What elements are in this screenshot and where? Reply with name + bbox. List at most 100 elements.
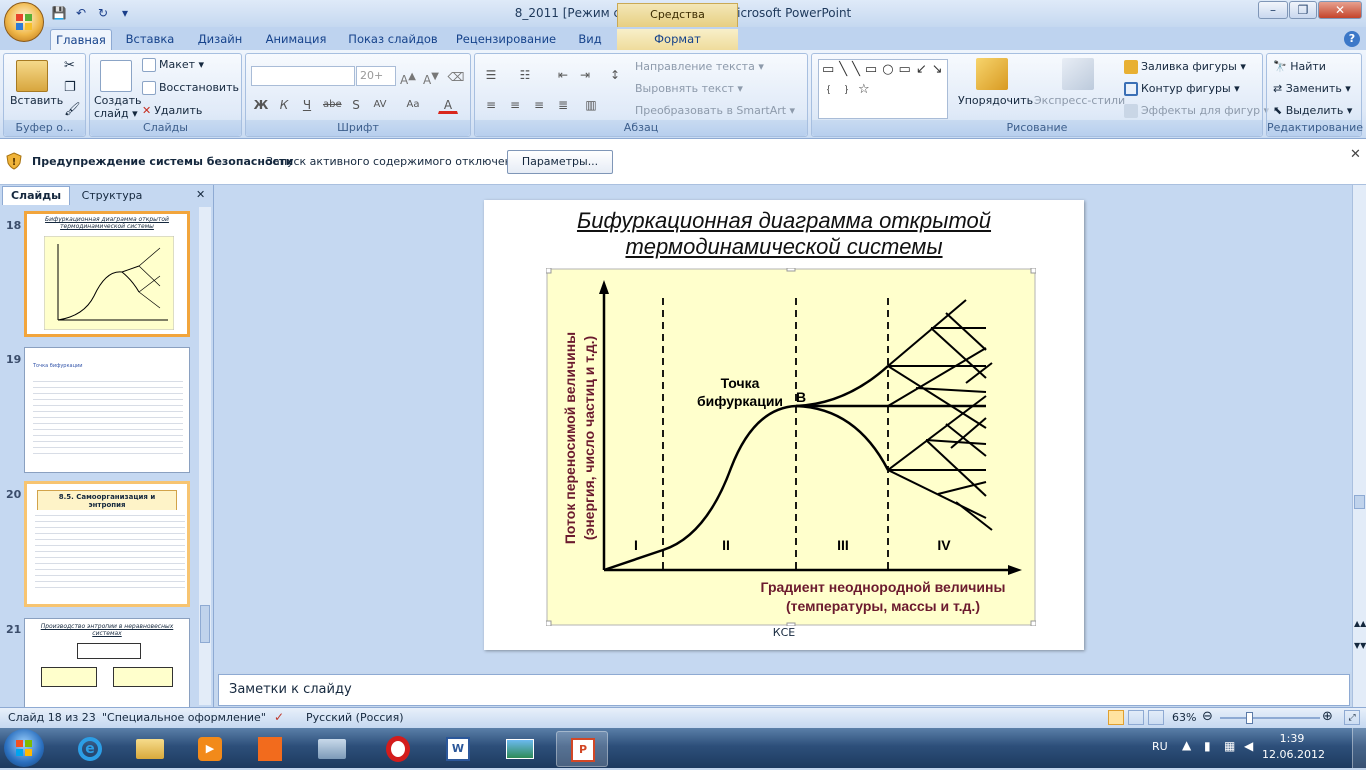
justify-icon[interactable]: ≣ xyxy=(553,94,573,114)
zoom-slider[interactable] xyxy=(1220,712,1320,724)
language[interactable]: Русский (Россия) xyxy=(306,711,404,724)
shape-effects-button[interactable]: Эффекты для фигур ▾ xyxy=(1124,104,1269,118)
strikethrough-button[interactable]: abe xyxy=(322,94,342,114)
notes-pane[interactable]: Заметки к слайду xyxy=(218,674,1350,706)
font-size-field[interactable]: 20+ xyxy=(356,66,396,86)
paste-button[interactable]: Вставить xyxy=(10,94,63,107)
delete-slide-button[interactable]: ✕ Удалить xyxy=(142,104,202,117)
slide-title[interactable]: Бифуркационная диаграмма открытой термод… xyxy=(484,208,1084,260)
shapes-gallery[interactable]: ▭╲╲▭○▭↙↘⌐⇨⇩△◇◻↘◜◝﹛﹜☆ xyxy=(818,59,948,119)
photo-viewer-icon[interactable] xyxy=(494,731,546,767)
office-button[interactable] xyxy=(4,2,44,42)
replace-button[interactable]: ⇄ Заменить ▾ xyxy=(1273,82,1351,95)
text-direction-button[interactable]: Направление текста ▾ xyxy=(635,60,764,73)
tab-design[interactable]: Дизайн xyxy=(191,29,249,50)
line-spacing-icon[interactable]: ↕ xyxy=(605,64,625,84)
tray-device-icon[interactable]: ▮ xyxy=(1204,739,1211,753)
format-painter-icon[interactable]: 🖌 xyxy=(64,102,81,117)
smartart-button[interactable]: Преобразовать в SmartArt ▾ xyxy=(635,104,795,117)
change-case-button[interactable]: Aa xyxy=(403,94,423,114)
normal-view-icon[interactable] xyxy=(1108,710,1124,725)
opera-icon[interactable] xyxy=(372,731,424,767)
minimize-button[interactable]: – xyxy=(1258,1,1288,19)
italic-button[interactable]: К xyxy=(274,94,294,114)
shrink-font-icon[interactable]: A▼ xyxy=(421,66,441,87)
numbering-icon[interactable]: ☷ xyxy=(515,64,535,84)
powerpoint-icon[interactable]: P xyxy=(556,731,608,767)
tab-slides-pane[interactable]: Слайды xyxy=(2,186,70,205)
align-text-button[interactable]: Выровнять текст ▾ xyxy=(635,82,743,95)
zoom-slider-thumb[interactable] xyxy=(1246,712,1253,724)
input-language[interactable]: RU xyxy=(1152,740,1168,753)
clear-format-icon[interactable]: ⌫ xyxy=(446,66,466,86)
slideshow-view-icon[interactable] xyxy=(1148,710,1164,725)
close-bar-icon[interactable]: ✕ xyxy=(1350,147,1361,162)
spellcheck-icon[interactable]: ✓ xyxy=(274,710,284,724)
bold-button[interactable]: Ж xyxy=(251,94,271,114)
paste-icon[interactable] xyxy=(16,60,48,92)
clock-date[interactable]: 12.06.2012 xyxy=(1262,748,1325,761)
scroll-thumb[interactable] xyxy=(1354,495,1365,509)
ie-icon[interactable]: e xyxy=(64,731,116,767)
explorer-icon[interactable] xyxy=(124,731,176,767)
tab-insert[interactable]: Вставка xyxy=(122,29,178,50)
show-desktop-button[interactable] xyxy=(1352,728,1366,768)
media-player-icon[interactable]: ▶ xyxy=(184,731,236,767)
slide-thumbnail[interactable]: Производство энтропии в неравновесных си… xyxy=(24,618,190,708)
zoom-out-icon[interactable]: ⊖ xyxy=(1202,709,1213,724)
tab-outline-pane[interactable]: Структура xyxy=(72,187,152,205)
main-vertical-scrollbar[interactable]: ▲▲ ▼▼ xyxy=(1352,185,1366,707)
copy-icon[interactable]: ❐ xyxy=(64,80,76,95)
prev-slide-icon[interactable]: ▲▲ xyxy=(1354,619,1366,628)
quick-styles-button[interactable]: Экспресс-стили xyxy=(1034,94,1125,107)
slide-thumbnail[interactable]: 8.5. Самоорганизация и энтропия xyxy=(24,481,190,607)
align-center-icon[interactable]: ≡ xyxy=(505,94,525,114)
zoom-in-icon[interactable]: ⊕ xyxy=(1322,709,1333,724)
arrange-icon[interactable] xyxy=(976,58,1008,90)
restore-button[interactable]: ❐ xyxy=(1289,1,1317,19)
shadow-button[interactable]: S xyxy=(346,94,366,114)
bifurcation-diagram[interactable]: Точка бифуркации В I II III IV Градиент … xyxy=(546,268,1036,626)
clock-time[interactable]: 1:39 xyxy=(1262,732,1322,745)
close-button[interactable]: ✕ xyxy=(1318,1,1362,19)
decrease-indent-icon[interactable]: ⇤ xyxy=(553,64,573,84)
tab-review[interactable]: Рецензирование xyxy=(452,29,560,50)
options-button[interactable]: Параметры... xyxy=(507,150,613,174)
layout-button[interactable]: Макет ▾ xyxy=(142,58,204,72)
quick-styles-icon[interactable] xyxy=(1062,58,1094,90)
font-name-field[interactable] xyxy=(251,66,355,86)
sorter-view-icon[interactable] xyxy=(1128,710,1144,725)
cut-icon[interactable]: ✂ xyxy=(64,58,75,73)
zoom-level[interactable]: 63% xyxy=(1172,711,1196,724)
start-button[interactable] xyxy=(4,729,44,767)
new-slide-button[interactable]: Создать слайд ▾ xyxy=(94,94,142,120)
char-spacing-button[interactable]: AV xyxy=(370,94,390,114)
tray-network-icon[interactable]: ▦ xyxy=(1224,739,1235,753)
network-app-icon[interactable] xyxy=(306,731,358,767)
tab-slideshow[interactable]: Показ слайдов xyxy=(343,29,443,50)
tab-view[interactable]: Вид xyxy=(570,29,610,50)
tab-home[interactable]: Главная xyxy=(50,29,112,50)
font-color-button[interactable]: A xyxy=(438,94,458,114)
pane-scroll-thumb[interactable] xyxy=(200,605,210,643)
tab-format[interactable]: Формат xyxy=(617,29,738,50)
slide-thumbnail[interactable]: Точка бифуркации xyxy=(24,347,190,473)
align-right-icon[interactable]: ≡ xyxy=(529,94,549,114)
reset-button[interactable]: Восстановить xyxy=(142,81,239,95)
shape-outline-button[interactable]: Контур фигуры ▾ xyxy=(1124,82,1240,96)
columns-icon[interactable]: ▥ xyxy=(581,94,601,114)
select-button[interactable]: ⬉ Выделить ▾ xyxy=(1273,104,1352,117)
grow-font-icon[interactable]: A▲ xyxy=(398,66,418,87)
tray-arrow-icon[interactable]: ▲ xyxy=(1182,738,1191,752)
help-icon[interactable]: ? xyxy=(1344,31,1360,47)
underline-button[interactable]: Ч xyxy=(297,94,317,114)
bullets-icon[interactable]: ☰ xyxy=(481,64,501,84)
next-slide-icon[interactable]: ▼▼ xyxy=(1354,641,1366,650)
word-icon[interactable]: W xyxy=(432,731,484,767)
arrange-button[interactable]: Упорядочить xyxy=(958,94,1033,107)
tray-volume-icon[interactable]: ◀ xyxy=(1244,739,1253,753)
increase-indent-icon[interactable]: ⇥ xyxy=(575,64,595,84)
new-slide-icon[interactable] xyxy=(100,60,132,92)
shape-fill-button[interactable]: Заливка фигуры ▾ xyxy=(1124,60,1246,74)
find-button[interactable]: 🔭 Найти xyxy=(1273,60,1326,73)
